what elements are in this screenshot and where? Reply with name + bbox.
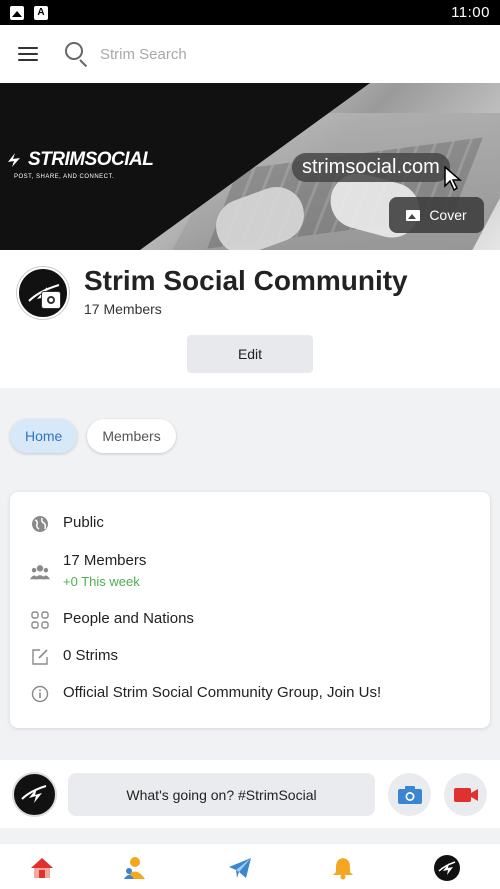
group-header: Strim Social Community 17 Members Edit (0, 250, 500, 388)
strim-logo-icon (8, 153, 20, 167)
info-icon (30, 684, 50, 704)
tab-members[interactable]: Members (87, 419, 176, 453)
home-icon[interactable] (27, 854, 57, 882)
avatar[interactable] (12, 772, 57, 817)
privacy-row: Public (30, 514, 104, 534)
tab-bar: Home Members (10, 419, 176, 453)
video-camera-icon (453, 787, 478, 802)
hamburger-icon[interactable] (18, 47, 38, 61)
members-row: 17 Members +0 This week (30, 552, 146, 589)
edit-button[interactable]: Edit (187, 335, 313, 373)
bell-icon[interactable] (328, 854, 358, 882)
edit-icon (30, 647, 50, 667)
search-input[interactable] (100, 45, 400, 63)
camera-icon (397, 785, 422, 804)
strims-text: 0 Strims (63, 647, 119, 664)
post-composer: What's going on? #StrimSocial (0, 760, 500, 828)
category-row: People and Nations (30, 610, 194, 630)
a-icon: A (34, 5, 48, 20)
members-weekly: +0 This week (63, 574, 140, 589)
image-icon (10, 5, 24, 20)
status-bar: A 11:00 (0, 0, 500, 25)
cover-button-label: Cover (429, 207, 467, 223)
bottom-nav (0, 843, 500, 889)
cover-url-text: strimsocial.com (292, 153, 450, 182)
cover-tagline: POST, SHARE, AND CONNECT. (14, 174, 115, 180)
strims-row: 0 Strims (30, 647, 118, 667)
video-button[interactable] (444, 773, 487, 816)
post-input[interactable]: What's going on? #StrimSocial (68, 773, 375, 816)
category-text: People and Nations (63, 610, 194, 627)
cover-button[interactable]: Cover (389, 197, 484, 233)
send-icon[interactable] (225, 854, 255, 882)
page-title: Strim Social Community (84, 265, 408, 296)
description-text: Official Strim Social Community Group, J… (63, 684, 382, 701)
search-icon[interactable] (64, 41, 90, 68)
cover-brand-name: STRIMSOCIAL (28, 149, 154, 170)
status-time: 11:00 (451, 4, 490, 21)
people-icon[interactable] (120, 854, 150, 882)
privacy-text: Public (63, 514, 104, 531)
members-text: 17 Members (63, 552, 147, 569)
people-icon (30, 562, 50, 582)
camera-icon[interactable] (41, 291, 61, 309)
globe-icon (30, 514, 50, 534)
description-row: Official Strim Social Community Group, J… (30, 684, 381, 704)
cover-image: STRIMSOCIAL POST, SHARE, AND CONNECT. st… (0, 83, 500, 250)
grid-icon (30, 610, 50, 630)
top-bar (0, 25, 500, 83)
photo-button[interactable] (388, 773, 431, 816)
cover-brand: STRIMSOCIAL POST, SHARE, AND CONNECT. (4, 149, 154, 180)
strim-logo-icon[interactable] (432, 854, 462, 882)
about-card: Public 17 Members +0 This week People an… (10, 492, 490, 728)
member-count[interactable]: 17 Members (84, 301, 162, 317)
tab-home[interactable]: Home (10, 419, 78, 453)
image-icon (406, 209, 421, 221)
cursor-icon (444, 166, 463, 192)
